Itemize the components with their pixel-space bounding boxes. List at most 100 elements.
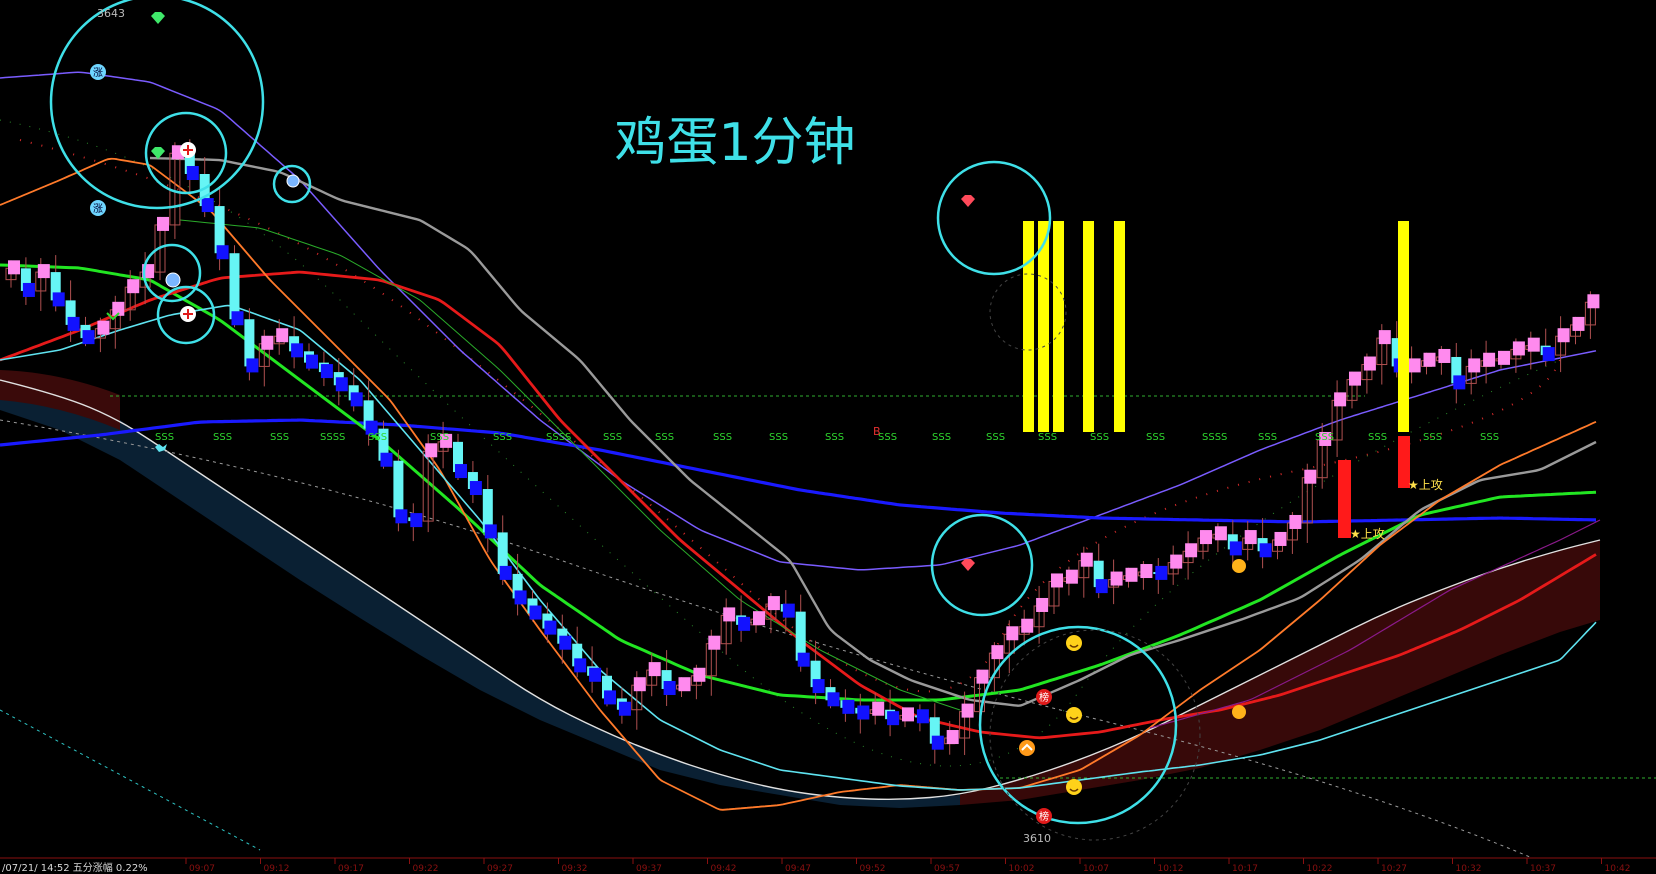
- step-tile-pink: [1378, 330, 1391, 345]
- step-tile-blue: [797, 652, 810, 667]
- step-tile-blue: [842, 699, 855, 714]
- axis-tick-label: 09:47: [785, 864, 811, 874]
- step-tile-blue: [1542, 347, 1555, 362]
- sss-marker: SSS: [878, 432, 897, 443]
- step-tile-blue: [306, 354, 318, 369]
- step-tile-pink: [753, 611, 765, 626]
- step-tile-blue: [201, 198, 214, 213]
- step-tile-blue: [67, 316, 80, 331]
- axis-tick-label: 09:07: [189, 864, 215, 874]
- step-tile-pink: [1557, 328, 1570, 343]
- money-bag-icon: [1232, 559, 1246, 573]
- step-tile-blue: [604, 690, 616, 705]
- star-label-1: ★上攻: [1350, 527, 1385, 541]
- step-tile-blue: [1453, 375, 1466, 390]
- candle-body-down: [393, 460, 404, 518]
- step-tile-blue: [544, 620, 557, 635]
- sss-marker: SSSS: [320, 432, 345, 443]
- step-tile-pink: [1498, 350, 1510, 365]
- sss-marker: SSS: [1480, 432, 1499, 443]
- step-tile-pink: [1349, 371, 1361, 386]
- axis-tick-label: 10:17: [1232, 864, 1258, 874]
- step-tile-pink: [1363, 356, 1376, 371]
- step-tile-pink: [1438, 348, 1451, 363]
- step-tile-blue: [782, 603, 795, 618]
- sss-marker: SSS: [603, 432, 622, 443]
- zhang-badge-text: 涨: [93, 67, 103, 79]
- step-tile-blue: [216, 245, 229, 260]
- star-label-2: ★上攻: [1408, 478, 1443, 492]
- step-tile-pink: [633, 677, 646, 692]
- step-tile-pink: [961, 703, 974, 718]
- chart: SSS SSS SSS SSSS SSS SSS SSS SSSS SSS SSS SSS SSS SS…: [0, 0, 1656, 874]
- step-tile-pink: [1021, 618, 1034, 633]
- step-tile-blue: [827, 692, 840, 707]
- sss-marker: SSS: [769, 432, 788, 443]
- step-tile-pink: [902, 707, 914, 722]
- step-tile-pink: [1304, 469, 1317, 484]
- step-tile-pink: [1006, 626, 1019, 641]
- chevron-up-badge-icon: [1019, 740, 1035, 756]
- b-marker: B: [873, 425, 881, 438]
- step-tile-blue: [350, 392, 363, 407]
- sss-marker: SSS: [270, 432, 289, 443]
- sss-marker: SSSS: [1202, 432, 1227, 443]
- step-tile-blue: [1259, 543, 1272, 558]
- step-tile-blue: [1155, 565, 1168, 580]
- sss-marker: SSS: [713, 432, 732, 443]
- step-tile-blue: [887, 711, 900, 726]
- axis-tick-label: 10:27: [1381, 864, 1407, 874]
- step-tile-pink: [1140, 564, 1153, 579]
- step-tile-blue: [589, 667, 602, 682]
- step-tile-pink: [946, 730, 959, 745]
- step-tile-pink: [1572, 316, 1585, 331]
- step-tile-blue: [618, 701, 631, 716]
- sss-marker: SSS: [493, 432, 512, 443]
- step-tile-pink: [1289, 514, 1302, 529]
- step-tile-pink: [1512, 341, 1525, 356]
- step-tile-pink: [8, 260, 20, 275]
- sss-marker: SSS: [155, 432, 174, 443]
- step-tile-blue: [380, 452, 393, 467]
- step-tile-pink: [1214, 526, 1227, 541]
- axis-tick-label: 09:57: [934, 864, 960, 874]
- step-tile-pink: [991, 645, 1004, 660]
- step-tile-blue: [559, 635, 572, 650]
- axis-tick-label: 10:02: [1009, 864, 1035, 874]
- step-tile-blue: [663, 680, 676, 695]
- signal-bar-yellow: [1053, 221, 1064, 432]
- step-tile-pink: [1423, 352, 1436, 367]
- axis-tick-label: 09:12: [264, 864, 290, 874]
- step-tile-pink: [872, 701, 885, 716]
- axis-tick-label: 09:32: [562, 864, 588, 874]
- smiley-icon: [1066, 779, 1082, 795]
- axis-tick-label: 10:37: [1530, 864, 1556, 874]
- step-tile-pink: [1244, 530, 1257, 545]
- sss-marker: SSSS: [546, 432, 571, 443]
- step-tile-pink: [708, 635, 721, 650]
- step-tile-blue: [916, 709, 929, 724]
- signal-bar-yellow: [1114, 221, 1125, 432]
- step-tile-blue: [82, 330, 95, 345]
- step-tile-pink: [1185, 543, 1198, 558]
- axis-tick-label: 10:42: [1605, 864, 1631, 874]
- axis-band: [0, 858, 1656, 874]
- step-tile-blue: [574, 658, 587, 673]
- sss-marker: SSS: [1038, 432, 1057, 443]
- step-tile-blue: [484, 524, 497, 539]
- sss-marker: SSS: [986, 432, 1005, 443]
- sss-marker: SSS: [932, 432, 951, 443]
- face-icon: [165, 272, 181, 288]
- axis-tick-label: 09:37: [636, 864, 662, 874]
- step-tile-pink: [1110, 571, 1123, 586]
- axis-tick-label: 09:52: [860, 864, 886, 874]
- zhang-badge-text: 涨: [93, 203, 103, 215]
- sss-marker: SSS: [1368, 432, 1387, 443]
- step-tile-pink: [276, 328, 289, 343]
- sss-marker: SSS: [825, 432, 844, 443]
- step-tile-pink: [678, 677, 691, 692]
- step-tile-pink: [1527, 337, 1540, 352]
- bang-badge-text: 榜: [1039, 810, 1049, 823]
- step-tile-blue: [1229, 541, 1242, 556]
- step-tile-pink: [261, 335, 274, 350]
